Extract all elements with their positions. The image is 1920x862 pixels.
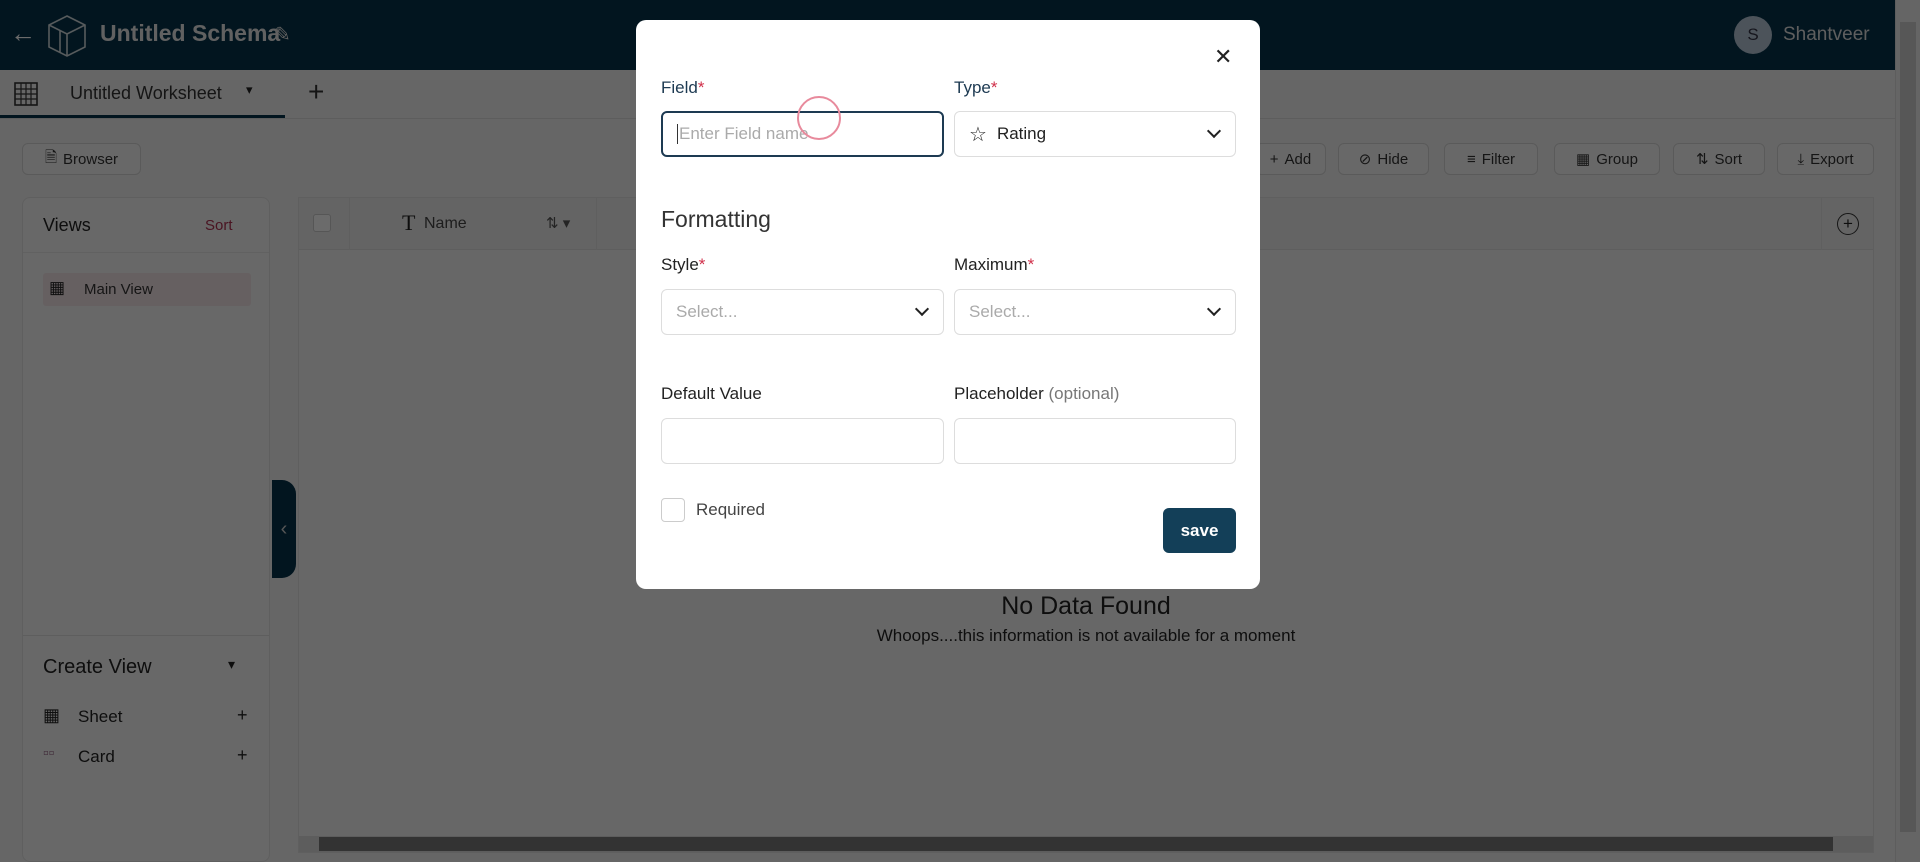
views-title: Views [43,215,91,235]
close-icon[interactable]: ✕ [1214,44,1232,70]
maximum-placeholder: Select... [969,302,1031,321]
maximum-label: Maximum* [954,255,1035,274]
views-sort-link[interactable]: Sort [205,217,233,234]
create-view-sheet[interactable]: ▦ Sheet + [43,703,253,731]
schema-title: Untitled Schema [100,20,281,46]
chevron-down-icon[interactable]: ▾ [228,656,235,673]
tab-label: Untitled Worksheet [70,83,222,103]
chevron-down-icon [1206,123,1222,139]
empty-state-message: Whoops....this information is not availa… [876,626,1296,645]
sort-icon[interactable]: ⇅ ▾ [546,214,570,232]
download-icon: ⤓ [1797,150,1805,168]
placeholder-label: Placeholder (optional) [954,384,1120,403]
hide-button[interactable]: ⊘ Hide [1338,143,1429,175]
default-value-input[interactable] [661,418,944,464]
style-placeholder: Select... [676,302,738,321]
user-name[interactable]: Shantveer [1783,24,1870,46]
maximum-select[interactable]: Select... [954,289,1236,335]
required-checkbox[interactable] [661,498,685,522]
column-label: Name [424,215,467,232]
type-value: Rating [996,124,1047,143]
add-field-modal: ✕ Field* Enter Field name Type* ☆ Rating … [636,20,1260,589]
filter-button[interactable]: ≡ Filter [1444,143,1538,175]
schema-logo-icon [48,15,86,57]
style-label: Style* [661,255,706,274]
formatting-heading: Formatting [661,206,771,232]
plus-icon: + [1269,150,1279,168]
card-label: Card [78,747,115,766]
sort-button[interactable]: ⇅ Sort [1673,143,1765,175]
field-name-placeholder: Enter Field name [677,124,809,144]
grid-icon: ▦ [43,705,61,725]
field-label: Field* [661,78,705,97]
eye-off-icon: ⊘ [1358,151,1372,168]
back-arrow-icon[interactable]: ← [10,18,36,49]
field-name-input[interactable]: Enter Field name [661,111,944,157]
empty-state-title: No Data Found [1001,592,1171,620]
collapse-sidebar-button[interactable]: ‹ [272,480,296,578]
type-label: Type* [954,78,998,97]
avatar[interactable]: S [1734,16,1772,54]
chevron-down-icon[interactable]: ▾ [246,82,253,98]
add-button[interactable]: + Add [1255,143,1326,175]
browser-icon: 🗎 [44,148,58,166]
add-card-button[interactable]: + [237,745,248,766]
hide-label: Hide [1377,150,1409,168]
placeholder-input[interactable] [954,418,1236,464]
plus-circle-icon: + [1837,213,1859,235]
group-button[interactable]: ▦ Group [1554,143,1660,175]
browser-label: Browser [63,150,119,168]
chevron-down-icon [1206,301,1222,317]
view-item-main[interactable]: ▦ Main View [43,273,251,306]
sort-label: Sort [1714,150,1743,168]
style-select[interactable]: Select... [661,289,944,335]
sheet-label: Sheet [78,707,123,726]
chevron-down-icon [914,301,930,317]
add-column-button[interactable]: + [1821,198,1873,250]
export-button[interactable]: ⤓ Export [1777,143,1874,175]
tab-untitled-worksheet[interactable]: Untitled Worksheet ▾ [0,70,285,118]
card-grid-icon: ▫▫ [43,745,55,762]
group-label: Group [1596,150,1638,168]
view-item-label: Main View [84,281,153,298]
star-icon: ☆ [969,123,987,146]
add-label: Add [1284,150,1312,168]
create-view-card[interactable]: ▫▫ Card + [43,743,253,771]
edit-pencil-icon[interactable]: ✎ [274,22,291,47]
vertical-scrollbar[interactable] [1895,0,1920,862]
create-view-title: Create View [43,656,152,678]
chevron-left-icon: ‹ [280,517,288,540]
text-type-icon: T [402,210,416,235]
filter-label: Filter [1481,150,1516,168]
browser-button[interactable]: 🗎 Browser [22,143,141,175]
default-value-label: Default Value [661,384,762,403]
add-worksheet-button[interactable]: + [308,76,324,108]
sort-icon: ⇅ [1695,151,1709,168]
table-icon [14,82,38,106]
add-sheet-button[interactable]: + [237,705,248,726]
grid-icon: ▦ [49,278,66,297]
select-all-checkbox[interactable] [313,214,331,232]
horizontal-scrollbar[interactable] [299,836,1873,852]
filter-icon: ≡ [1466,150,1476,168]
views-panel: Views Sort ▦ Main View Create View ▾ ▦ S… [22,197,270,862]
required-label: Required [696,500,765,519]
type-select[interactable]: ☆ Rating [954,111,1236,157]
save-button[interactable]: save [1163,508,1236,553]
export-label: Export [1810,150,1854,168]
group-icon: ▦ [1576,151,1591,168]
column-header-name[interactable]: T Name ⇅ ▾ [349,198,597,250]
